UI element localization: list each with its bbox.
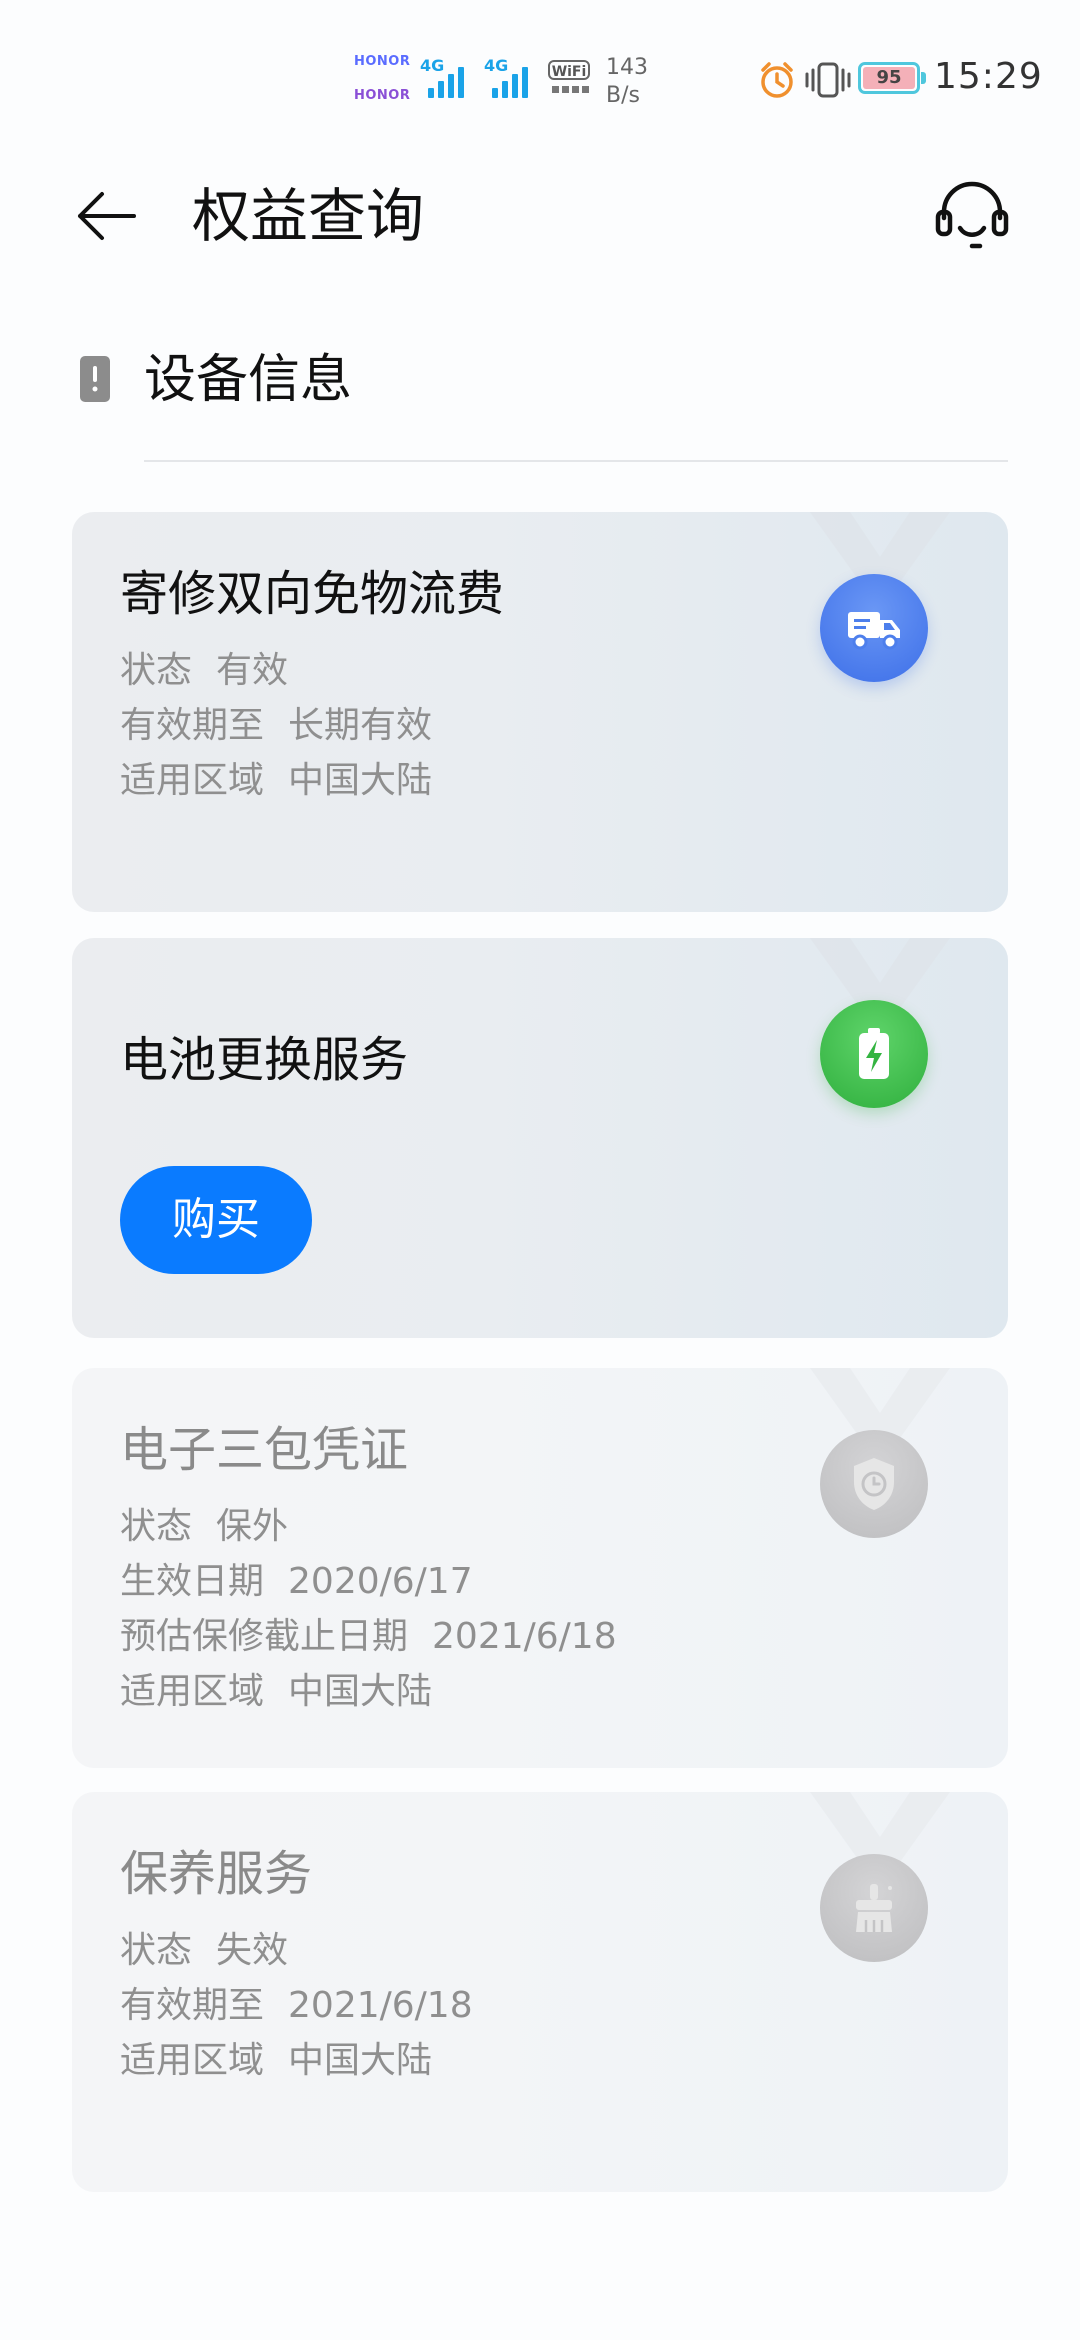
device-info-section: 设备信息 [0,330,1080,462]
wifi-icon: WiFi [548,58,594,98]
info-row-warranty-end: 预估保修截止日期 2021/6/18 [120,1614,617,1660]
page-title: 权益查询 [192,182,425,250]
network-speed-value: 143 [606,55,648,80]
ribbon-decoration [810,512,950,582]
shield-clock-icon [820,1430,928,1538]
info-row-valid-until: 有效期至 2021/6/18 [120,1983,473,2029]
carrier-2-label: HONOR [354,88,411,103]
info-row-region: 适用区域 中国大陆 [120,1669,432,1715]
battery-tip [921,72,926,84]
info-row-status: 状态 保外 [120,1504,288,1550]
ribbon-decoration [810,1368,950,1438]
info-label: 状态 [120,650,193,691]
network-speed-unit: B/s [606,83,640,108]
signal-1-icon: 4G [420,56,480,100]
wifi-label: WiFi [548,60,590,80]
info-value: 中国大陆 [288,1671,433,1712]
carrier-1-label: HONOR [354,54,411,69]
alarm-icon [757,60,797,104]
info-label: 适用区域 [120,760,265,801]
ribbon-decoration [810,938,950,1008]
card-title: 保养服务 [120,1846,313,1902]
device-icon [78,354,112,408]
card-title: 电池更换服务 [120,1032,409,1088]
signal-2-icon: 4G [484,56,544,100]
info-value: 长期有效 [288,705,433,746]
customer-service-button[interactable] [928,172,1016,260]
info-row-region: 适用区域 中国大陆 [120,758,432,804]
card-title: 寄修双向免物流费 [120,566,505,622]
info-label: 状态 [120,1506,193,1547]
section-divider [144,460,1008,462]
info-value: 2021/6/18 [432,1616,617,1657]
info-label: 适用区域 [120,1671,265,1712]
status-bar: HONOR HONOR 4G 4G WiFi 143 B/s 95 15:29 [0,0,1080,150]
benefit-card-maintenance[interactable]: 保养服务 状态 失效 有效期至 2021/6/18 适用区域 中国大陆 [72,1792,1008,2192]
info-row-valid-until: 有效期至 长期有效 [120,703,432,749]
benefit-card-logistics[interactable]: 寄修双向免物流费 状态 有效 有效期至 长期有效 适用区域 中国大陆 [72,512,1008,912]
benefit-card-warranty[interactable]: 电子三包凭证 状态 保外 生效日期 2020/6/17 预估保修截止日期 2021/6… [72,1368,1008,1768]
ribbon-decoration [810,1792,950,1862]
info-label: 生效日期 [120,1561,265,1602]
section-title: 设备信息 [144,350,353,410]
info-value: 保外 [216,1506,289,1547]
info-label: 状态 [120,1930,193,1971]
battery-level: 95 [863,67,915,89]
network-speed: 143 B/s [606,54,648,110]
buy-button[interactable]: 购买 [120,1166,312,1274]
info-row-effective-date: 生效日期 2020/6/17 [120,1559,473,1605]
info-value: 2021/6/18 [288,1985,473,2026]
info-label: 预估保修截止日期 [120,1616,409,1657]
back-button[interactable] [66,176,146,256]
card-title: 电子三包凭证 [120,1422,409,1478]
status-time: 15:29 [934,56,1043,97]
info-value: 失效 [216,1930,289,1971]
arrow-left-icon [78,192,136,240]
info-value: 中国大陆 [288,2040,433,2081]
info-value: 中国大陆 [288,760,433,801]
battery-bolt-icon [820,1000,928,1108]
app-bar: 权益查询 [0,150,1080,280]
benefit-card-battery[interactable]: 电池更换服务 购买 [72,938,1008,1338]
headset-icon [935,181,1009,249]
info-label: 适用区域 [120,2040,265,2081]
truck-icon [820,574,928,682]
info-label: 有效期至 [120,1985,265,2026]
vibrate-icon [805,62,851,102]
battery-icon: 95 [858,62,920,94]
info-label: 有效期至 [120,705,265,746]
brush-icon [820,1854,928,1962]
info-value: 有效 [216,650,289,691]
info-value: 2020/6/17 [288,1561,473,1602]
info-row-status: 状态 失效 [120,1928,288,1974]
info-row-status: 状态 有效 [120,648,288,694]
info-row-region: 适用区域 中国大陆 [120,2038,432,2084]
